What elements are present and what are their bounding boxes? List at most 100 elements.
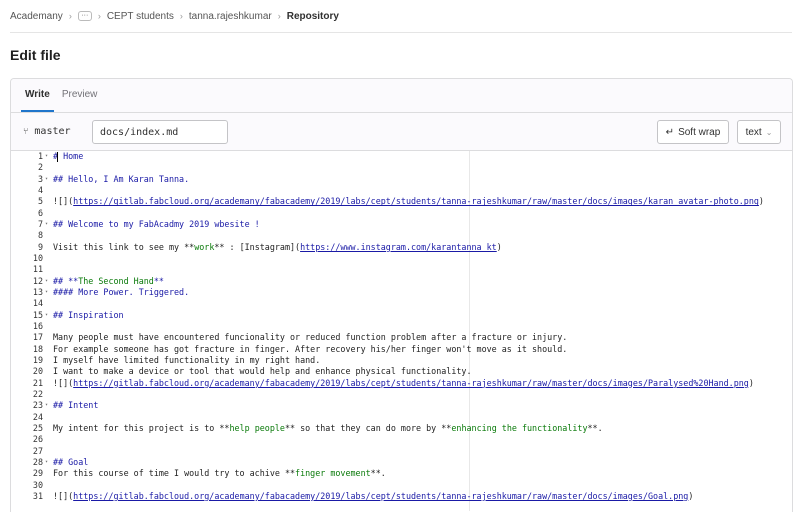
code-line[interactable]: 28 ▾ ## Goal — [11, 457, 792, 468]
code-line[interactable]: 23 ▾ ## Intent — [11, 400, 792, 411]
header-divider — [10, 32, 792, 33]
branch-icon: ⑂ — [23, 126, 29, 137]
breadcrumb-repository[interactable]: Repository — [287, 11, 339, 22]
text-span: **. — [587, 422, 603, 433]
code-line[interactable]: 31 ![](https://gitlab.fabcloud.org/academ… — [11, 491, 792, 502]
tab-write[interactable]: Write — [19, 79, 56, 112]
line-number: 22 — [32, 388, 43, 399]
line-content: I want to make a device or tool that wou… — [53, 366, 472, 377]
line-number: 5 — [37, 196, 43, 207]
link-url: https://gitlab.fabcloud.org/academany/fa… — [73, 196, 759, 207]
tab-preview[interactable]: Preview — [56, 79, 104, 112]
line-content — [51, 162, 53, 173]
code-line[interactable]: 14 — [11, 298, 792, 309]
line-content — [51, 298, 53, 309]
code-line[interactable]: 24 — [11, 412, 792, 423]
code-line[interactable]: 30 — [11, 480, 792, 491]
line-number: 20 — [32, 366, 43, 377]
code-line[interactable]: 3 ▾ ## Hello, I Am Karan Tanna. — [11, 174, 792, 185]
code-line[interactable]: 26 — [11, 434, 792, 445]
breadcrumb-more-button[interactable]: ··· — [77, 11, 92, 21]
code-line[interactable]: 8 — [11, 230, 792, 241]
breadcrumb-user[interactable]: tanna.rajeshkumar — [189, 11, 272, 22]
code-line[interactable]: 10 — [11, 253, 792, 264]
code-line[interactable]: 5 ![](https://gitlab.fabcloud.org/academa… — [11, 196, 792, 207]
line-number: 23 — [32, 400, 43, 411]
code-line[interactable]: 2 — [11, 162, 792, 173]
line-number: 2 — [37, 162, 43, 173]
line-content — [51, 264, 53, 275]
line-number: 19 — [32, 354, 43, 365]
line-number: 24 — [32, 411, 43, 422]
line-number: 1 — [37, 151, 43, 161]
code-line[interactable]: 15 ▾ ## Inspiration — [11, 310, 792, 321]
code-editor[interactable]: 1 ▾ # Home 2 3 ▾ ## Hello, I Am Karan Tanna. 4 5… — [11, 151, 792, 511]
line-content — [51, 480, 53, 491]
link-url: https://gitlab.fabcloud.org/academany/fa… — [73, 377, 749, 388]
breadcrumb-academany[interactable]: Academany — [10, 11, 63, 22]
code-line[interactable]: 25 My intent for this project is to **hel… — [11, 423, 792, 434]
line-number: 16 — [32, 320, 43, 331]
code-lines: 1 ▾ # Home 2 3 ▾ ## Hello, I Am Karan Tanna. 4 5… — [11, 151, 792, 502]
branch-name: master — [34, 126, 71, 137]
code-line[interactable]: 20 I want to make a device or tool that w… — [11, 366, 792, 377]
line-content — [51, 230, 53, 241]
link-url: https://www.instagram.com/karantanna_kt — [300, 241, 497, 252]
editor-toolbar: ⑂ master ↵ Soft wrap text ⌄ — [11, 113, 792, 151]
code-line[interactable]: 29 For this course of time I would try to… — [11, 468, 792, 479]
branch-indicator: ⑂ master — [23, 126, 71, 137]
breadcrumb: Academany › ··· › CEPT students › tanna.… — [10, 9, 339, 23]
language-select[interactable]: text ⌄ — [737, 120, 781, 144]
bold-text: enhancing the functionality — [451, 422, 588, 433]
chevron-down-icon: ⌄ — [765, 127, 773, 137]
markdown-token: ** — [153, 275, 164, 286]
text-cursor — [57, 152, 58, 162]
line-number: 10 — [32, 252, 43, 263]
code-line[interactable]: 9 Visit this link to see my **work** : [I… — [11, 242, 792, 253]
line-content: Many people must have encountered funcio… — [53, 332, 568, 343]
code-line[interactable]: 17 Many people must have encountered func… — [11, 332, 792, 343]
bold-text: help people — [229, 422, 285, 433]
editor-card: Write Preview ⑂ master ↵ Soft wrap text … — [10, 78, 793, 512]
chevron-right-icon: › — [179, 11, 183, 21]
file-path-input[interactable] — [92, 120, 228, 144]
breadcrumb-cept-students[interactable]: CEPT students — [107, 11, 174, 22]
code-line[interactable]: 11 — [11, 264, 792, 275]
line-number: 17 — [32, 332, 43, 343]
line-content — [51, 389, 53, 400]
code-line[interactable]: 1 ▾ # Home — [11, 151, 792, 162]
line-content — [51, 253, 53, 264]
line-number: 4 — [37, 184, 43, 195]
code-line[interactable]: 21 ![](https://gitlab.fabcloud.org/academ… — [11, 378, 792, 389]
line-number: 11 — [32, 264, 43, 275]
line-number: 27 — [32, 445, 43, 456]
line-content: #### More Power. Triggered. — [53, 286, 190, 297]
code-line[interactable]: 13 ▾ #### More Power. Triggered. — [11, 287, 792, 298]
code-line[interactable]: 19 I myself have limited functionality in… — [11, 355, 792, 366]
line-number: 31 — [32, 490, 43, 501]
line-number: 6 — [37, 207, 43, 218]
text-span: ** so that they can do more by ** — [284, 422, 452, 433]
line-number: 9 — [37, 241, 43, 252]
code-line[interactable]: 27 — [11, 446, 792, 457]
link-suffix: ) — [758, 196, 764, 207]
line-content — [51, 208, 53, 219]
code-line[interactable]: 12 ▾ ## **The Second Hand** — [11, 276, 792, 287]
soft-wrap-label: Soft wrap — [678, 126, 721, 138]
code-line[interactable]: 7 ▾ ## Welcome to my FabAcadmy 2019 wbesit… — [11, 219, 792, 230]
code-line[interactable]: 16 — [11, 321, 792, 332]
line-number: 15 — [32, 309, 43, 320]
line-content: ## Goal — [53, 456, 89, 467]
soft-wrap-button[interactable]: ↵ Soft wrap — [657, 120, 729, 144]
code-line[interactable]: 18 For example someone has got fracture i… — [11, 344, 792, 355]
text-span: My intent for this project is to ** — [53, 422, 230, 433]
markdown-token: ## ** — [53, 275, 79, 286]
page-title: Edit file — [10, 47, 61, 63]
editor-tabs: Write Preview — [11, 79, 792, 113]
code-line[interactable]: 6 — [11, 208, 792, 219]
code-line[interactable]: 4 — [11, 185, 792, 196]
code-line[interactable]: 22 — [11, 389, 792, 400]
bold-text: The Second Hand — [78, 275, 154, 286]
bold-text: work — [194, 241, 215, 252]
line-content — [51, 446, 53, 457]
